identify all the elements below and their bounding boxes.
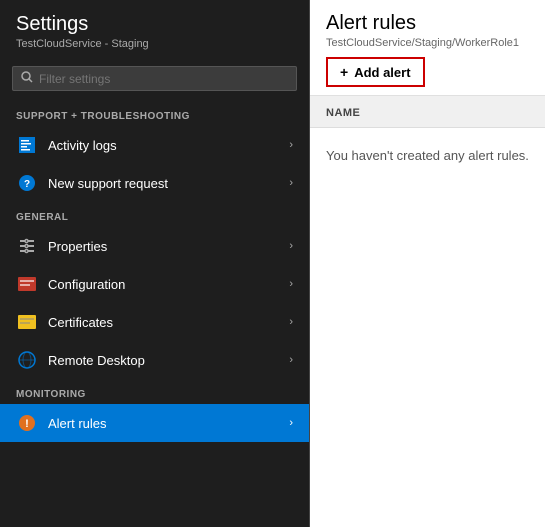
section-label-general: GENERAL — [0, 202, 309, 227]
certificates-icon — [16, 311, 38, 333]
settings-panel: Settings TestCloudService - Staging SUPP… — [0, 0, 310, 527]
activity-logs-label: Activity logs — [48, 138, 289, 153]
alert-rules-title: Alert rules — [326, 12, 529, 35]
configuration-icon — [16, 273, 38, 295]
svg-text:?: ? — [24, 179, 30, 190]
alert-rules-chevron: › — [289, 417, 293, 429]
sidebar-item-certificates[interactable]: Certificates › — [0, 303, 309, 341]
properties-chevron: › — [289, 240, 293, 252]
alert-rules-panel: Alert rules TestCloudService/Staging/Wor… — [310, 0, 545, 527]
properties-label: Properties — [48, 239, 289, 254]
alert-rules-subtitle: TestCloudService/Staging/WorkerRole1 — [326, 37, 529, 49]
add-icon: + — [340, 64, 348, 80]
new-support-chevron: › — [289, 177, 293, 189]
sidebar-item-remote-desktop[interactable]: Remote Desktop › — [0, 341, 309, 379]
empty-state-message: You haven't created any alert rules. — [310, 128, 545, 183]
left-panel-header: Settings TestCloudService - Staging — [0, 0, 309, 58]
alert-rules-icon: ! — [16, 412, 38, 434]
configuration-chevron: › — [289, 278, 293, 290]
certificates-label: Certificates — [48, 315, 289, 330]
filter-search-box[interactable] — [12, 66, 297, 91]
add-alert-label: Add alert — [354, 65, 410, 80]
remote-desktop-chevron: › — [289, 354, 293, 366]
sidebar-item-properties[interactable]: Properties › — [0, 227, 309, 265]
certificates-chevron: › — [289, 316, 293, 328]
activity-logs-chevron: › — [289, 139, 293, 151]
settings-subtitle: TestCloudService - Staging — [16, 38, 293, 50]
filter-settings-input[interactable] — [39, 72, 288, 86]
section-label-support: SUPPORT + TROUBLESHOOTING — [0, 101, 309, 126]
table-header: NAME — [310, 96, 545, 128]
section-label-monitoring: MONITORING — [0, 379, 309, 404]
settings-title: Settings — [16, 12, 293, 36]
remote-desktop-icon — [16, 349, 38, 371]
sidebar-item-new-support-request[interactable]: ? New support request › — [0, 164, 309, 202]
sidebar-item-activity-logs[interactable]: Activity logs › — [0, 126, 309, 164]
right-panel-header: Alert rules TestCloudService/Staging/Wor… — [310, 0, 545, 96]
activity-logs-icon — [16, 134, 38, 156]
sidebar-item-alert-rules[interactable]: ! Alert rules › — [0, 404, 309, 442]
sidebar-item-configuration[interactable]: Configuration › — [0, 265, 309, 303]
alert-rules-label: Alert rules — [48, 416, 289, 431]
new-support-request-label: New support request — [48, 176, 289, 191]
search-icon — [21, 71, 33, 86]
support-icon: ? — [16, 172, 38, 194]
add-alert-button[interactable]: + Add alert — [326, 57, 425, 87]
remote-desktop-label: Remote Desktop — [48, 353, 289, 368]
properties-icon — [16, 235, 38, 257]
svg-text:!: ! — [25, 418, 29, 430]
column-name-header: NAME — [326, 107, 360, 119]
configuration-label: Configuration — [48, 277, 289, 292]
